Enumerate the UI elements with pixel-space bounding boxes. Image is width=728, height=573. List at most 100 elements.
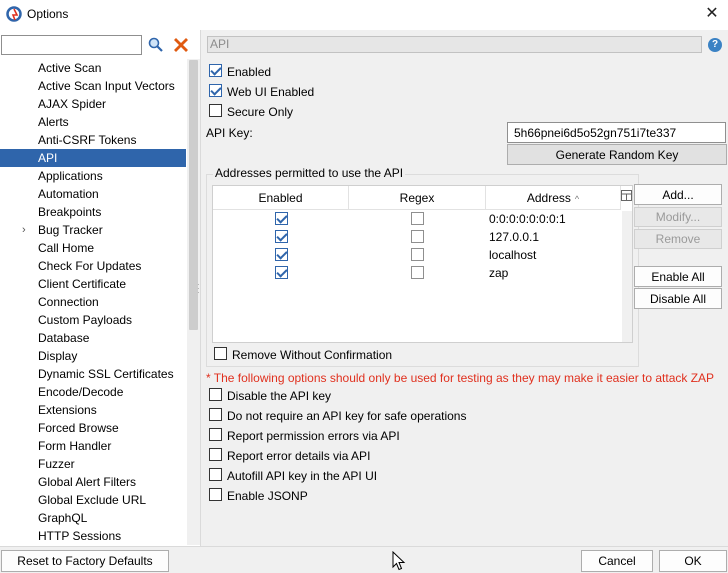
row-regex-checkbox[interactable] <box>411 248 424 261</box>
row-regex-checkbox[interactable] <box>411 212 424 225</box>
table-header-enabled[interactable]: Enabled <box>213 186 349 210</box>
tree-item-label: Forced Browse <box>38 421 119 435</box>
testing-option-checkbox[interactable] <box>209 448 222 461</box>
tree-item[interactable]: Extensions <box>0 401 186 419</box>
tree-item[interactable]: Global Alert Filters <box>0 473 186 491</box>
tree-item[interactable]: Call Home <box>0 239 186 257</box>
tree-item-label: Call Home <box>38 241 95 255</box>
testing-option-checkbox[interactable] <box>209 468 222 481</box>
testing-option-checkbox[interactable] <box>209 388 222 401</box>
tree-item[interactable]: Anti-CSRF Tokens <box>0 131 186 149</box>
panel-title: API <box>207 36 702 53</box>
testing-warning-text: * The following options should only be u… <box>206 371 715 385</box>
remove-without-confirmation-checkbox[interactable] <box>214 347 227 360</box>
table-scrollbar[interactable] <box>622 211 632 342</box>
tree-item[interactable]: Form Handler <box>0 437 186 455</box>
generate-random-key-button[interactable]: Generate Random Key <box>507 144 727 165</box>
close-icon[interactable]: ✕ <box>700 3 724 25</box>
row-regex-checkbox[interactable] <box>411 266 424 279</box>
tree-item[interactable]: Global Exclude URL <box>0 491 186 509</box>
testing-option-label: Autofill API key in the API UI <box>227 469 378 483</box>
testing-option-checkbox[interactable] <box>209 428 222 441</box>
tree-item-label: Global Exclude URL <box>38 493 147 507</box>
row-address: zap <box>489 266 509 280</box>
tree-item[interactable]: HTTP Sessions <box>0 527 186 545</box>
table-header-regex[interactable]: Regex <box>349 186 486 210</box>
tree-item-label: Dynamic SSL Certificates <box>38 367 174 381</box>
splitter-grip-icon[interactable]: · · · <box>197 281 200 297</box>
tree-item[interactable]: Check For Updates <box>0 257 186 275</box>
tree-item-label: Encode/Decode <box>38 385 124 399</box>
tree-item-label: Anti-CSRF Tokens <box>38 133 137 147</box>
testing-option-label: Report error details via API <box>227 449 371 463</box>
remove-button[interactable]: Remove <box>634 229 722 249</box>
address-header-label: Address <box>526 191 571 205</box>
testing-option-label: Enable JSONP <box>227 489 308 503</box>
secure-only-checkbox[interactable] <box>209 104 222 117</box>
tree-item[interactable]: Breakpoints <box>0 203 186 221</box>
tree-item-label: Bug Tracker <box>38 223 103 237</box>
tree-item[interactable]: Active Scan Input Vectors <box>0 77 186 95</box>
tree-item-label: Alerts <box>38 115 69 129</box>
options-tree: Active Scan Active Scan Input Vectors AJAX… <box>0 59 200 545</box>
tree-item[interactable]: › Bug Tracker <box>0 221 186 239</box>
tree-item[interactable]: Connection <box>0 293 186 311</box>
testing-option-label: Report permission errors via API <box>227 429 400 443</box>
tree-item[interactable]: Applications <box>0 167 186 185</box>
web-ui-enabled-checkbox[interactable] <box>209 84 222 97</box>
tree-item[interactable]: Automation <box>0 185 186 203</box>
tree-item[interactable]: Active Scan <box>0 59 186 77</box>
search-icon[interactable] <box>147 35 165 55</box>
tree-item-label: Automation <box>38 187 99 201</box>
cancel-button[interactable]: Cancel <box>581 550 653 572</box>
tree-item-label: AJAX Spider <box>38 97 107 111</box>
tree-item-label: Form Handler <box>38 439 112 453</box>
tree-item[interactable]: API <box>0 149 186 167</box>
add-button[interactable]: Add... <box>634 184 722 205</box>
row-enabled-checkbox[interactable] <box>275 212 288 225</box>
tree-item[interactable]: Alerts <box>0 113 186 131</box>
zap-logo-icon <box>6 6 22 22</box>
tree-item[interactable]: Encode/Decode <box>0 383 186 401</box>
enabled-checkbox[interactable] <box>209 64 222 77</box>
tree-item[interactable]: GraphQL <box>0 509 186 527</box>
api-key-label: API Key: <box>206 126 253 140</box>
enabled-label: Enabled <box>227 65 272 79</box>
disable-all-button[interactable]: Disable All <box>634 288 722 309</box>
tree-item[interactable]: Custom Payloads <box>0 311 186 329</box>
tree-item[interactable]: Database <box>0 329 186 347</box>
tree-item[interactable]: AJAX Spider <box>0 95 186 113</box>
tree-item-label: Check For Updates <box>38 259 142 273</box>
table-header-address[interactable]: Address ^ <box>486 186 621 210</box>
options-search-input[interactable] <box>1 35 142 55</box>
tree-item[interactable]: Display <box>0 347 186 365</box>
reset-to-factory-defaults-button[interactable]: Reset to Factory Defaults <box>1 550 169 572</box>
expand-arrow-icon[interactable]: › <box>22 221 26 239</box>
testing-option-checkbox[interactable] <box>209 488 222 501</box>
tree-item[interactable]: Forced Browse <box>0 419 186 437</box>
tree-item[interactable]: Client Certificate <box>0 275 186 293</box>
column-chooser-icon[interactable] <box>621 190 632 202</box>
api-key-input[interactable] <box>507 122 726 143</box>
tree-item-label: API <box>38 151 58 165</box>
tree-item[interactable]: Dynamic SSL Certificates <box>0 365 186 383</box>
addresses-group-title: Addresses permitted to use the API <box>213 166 406 180</box>
tree-item-label: Breakpoints <box>38 205 102 219</box>
row-enabled-checkbox[interactable] <box>275 230 288 243</box>
row-enabled-checkbox[interactable] <box>275 248 288 261</box>
tree-item[interactable]: Fuzzer <box>0 455 186 473</box>
row-enabled-checkbox[interactable] <box>275 266 288 279</box>
modify-button[interactable]: Modify... <box>634 207 722 227</box>
ok-button[interactable]: OK <box>659 550 727 572</box>
tree-item-label: Applications <box>38 169 103 183</box>
tree-item-label: Active Scan Input Vectors <box>38 79 175 93</box>
tree-item-label: Connection <box>38 295 99 309</box>
clear-search-icon[interactable] <box>172 35 190 55</box>
row-address: localhost <box>489 248 537 262</box>
tree-item-label: Custom Payloads <box>38 313 133 327</box>
testing-option-checkbox[interactable] <box>209 408 222 421</box>
help-icon[interactable]: ? <box>708 38 722 52</box>
remove-without-confirmation-label: Remove Without Confirmation <box>232 348 393 362</box>
enable-all-button[interactable]: Enable All <box>634 266 722 287</box>
row-regex-checkbox[interactable] <box>411 230 424 243</box>
